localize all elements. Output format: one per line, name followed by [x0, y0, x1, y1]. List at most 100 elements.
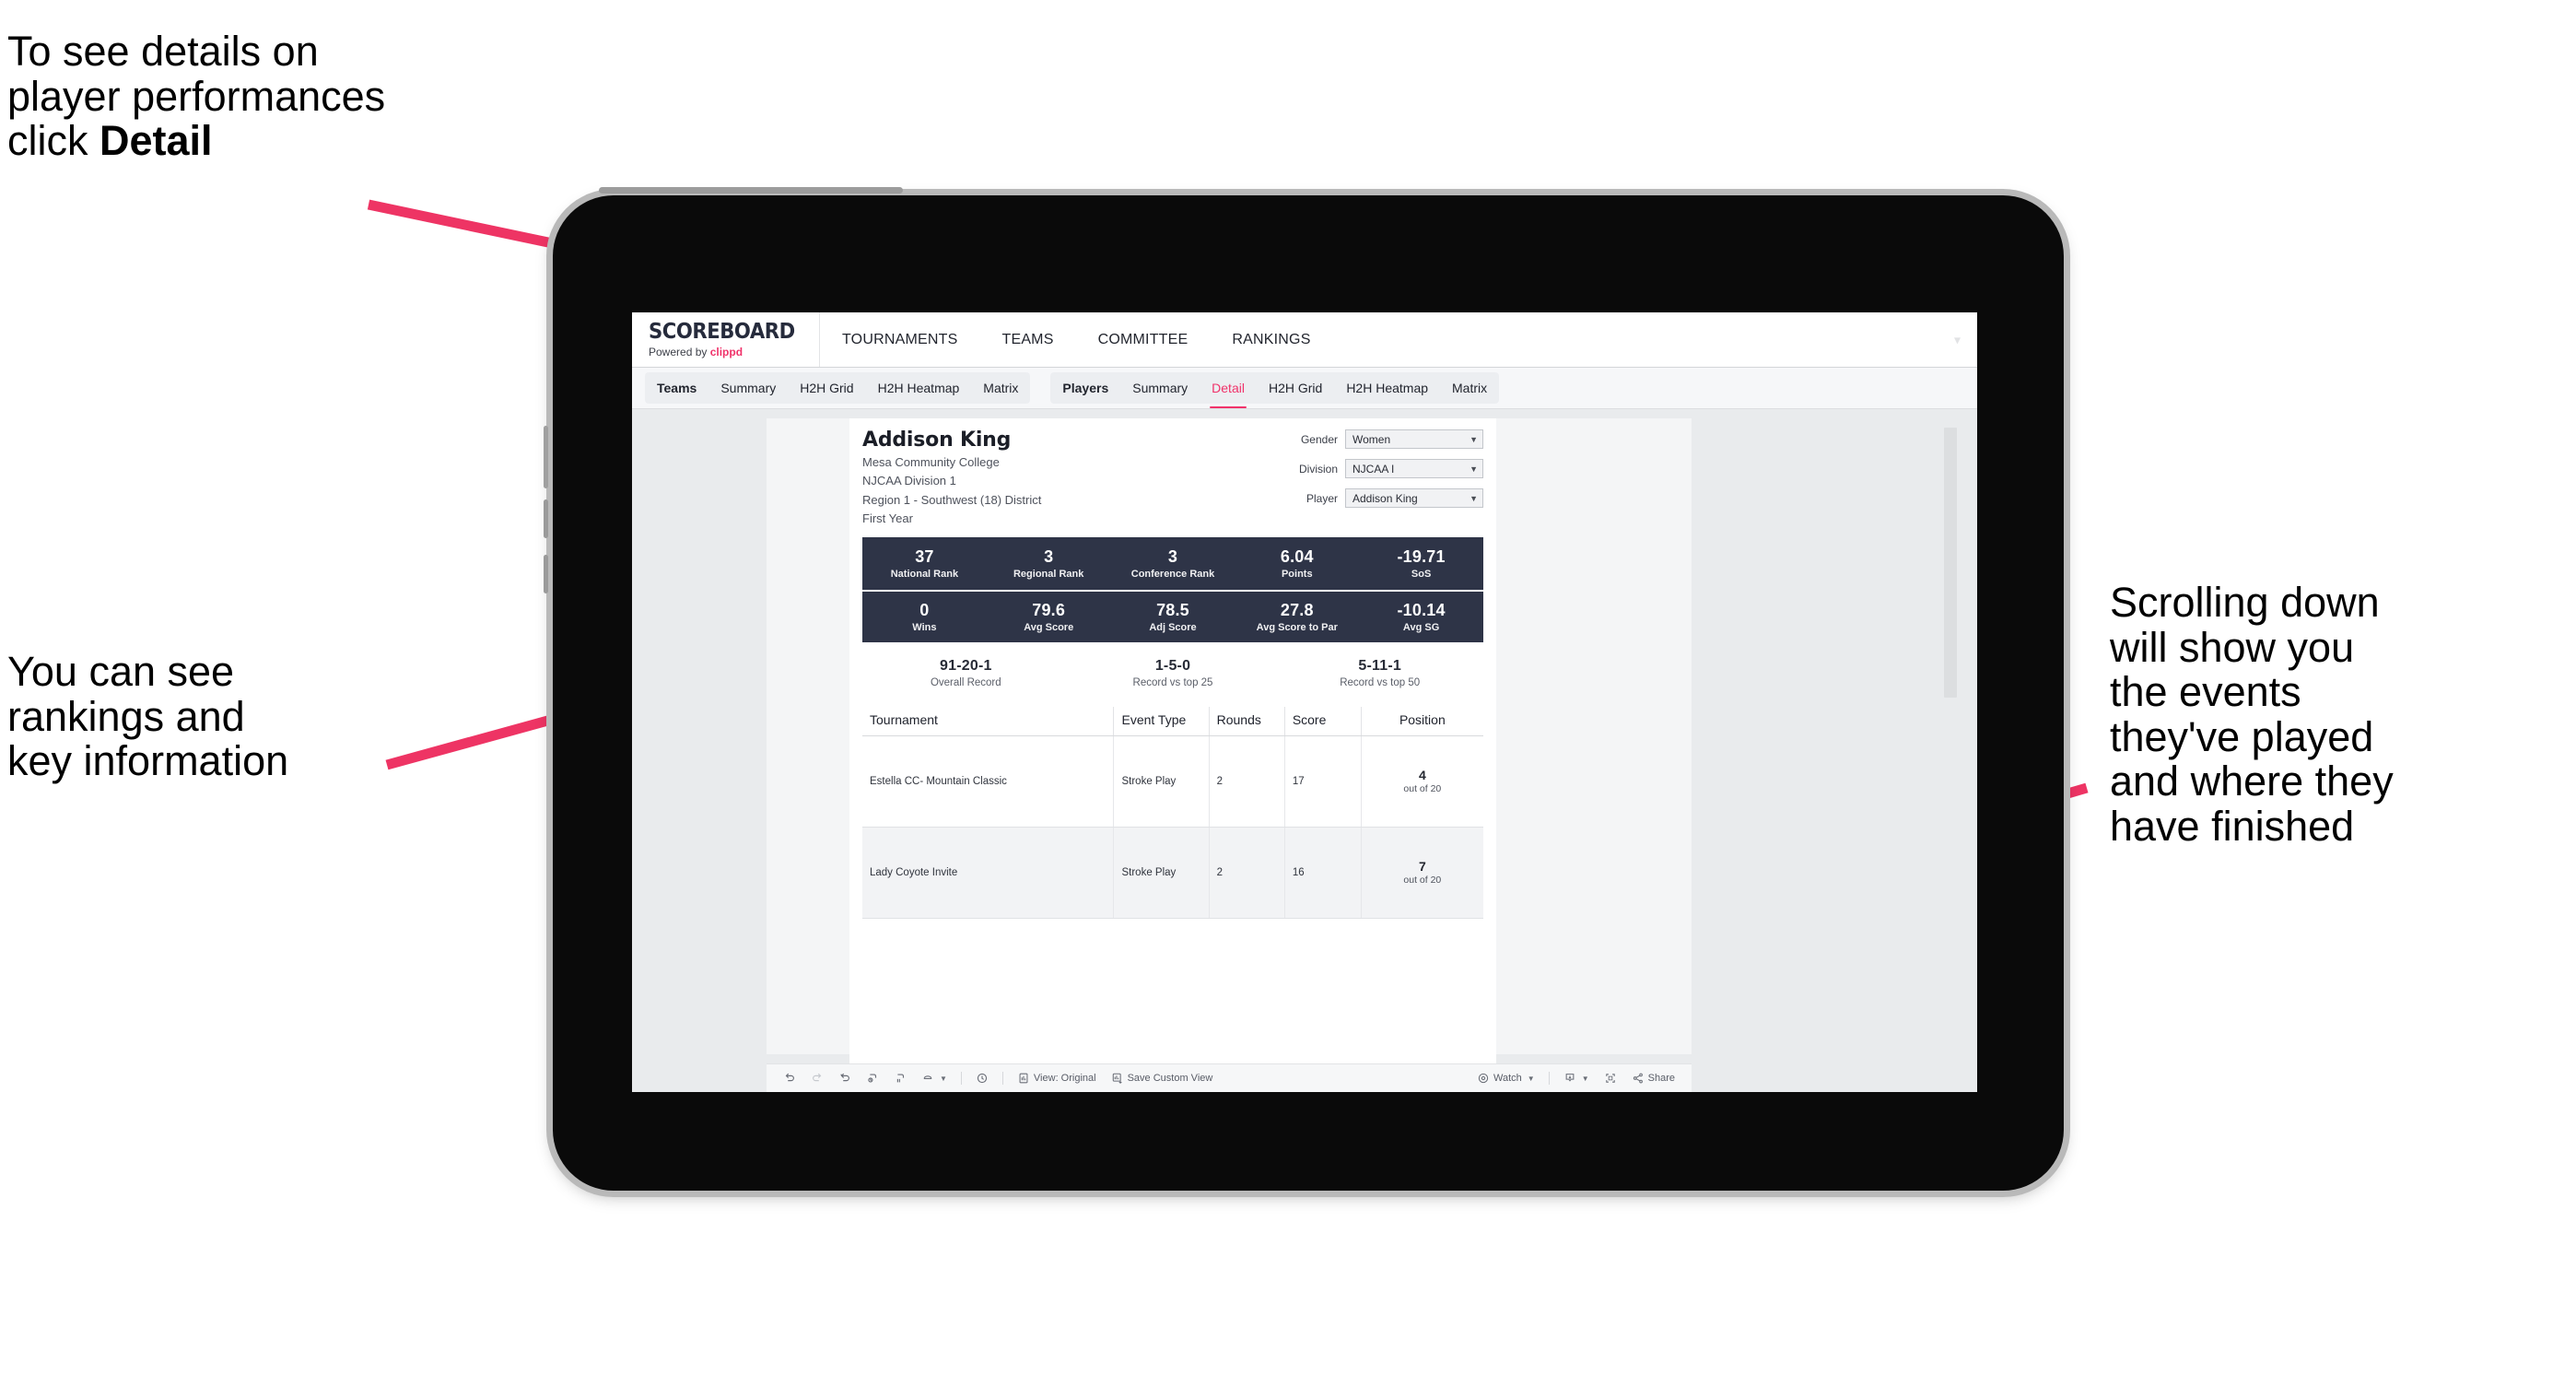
- col-tournament[interactable]: Tournament: [862, 706, 1115, 736]
- col-position[interactable]: Position: [1361, 706, 1483, 736]
- highlight-button[interactable]: ▼: [914, 1072, 954, 1085]
- cell-event-type: Stroke Play: [1113, 827, 1210, 919]
- chevron-down-icon: ▼: [1469, 434, 1478, 444]
- position-out-of: out of 20: [1403, 875, 1442, 887]
- tab-players-h2h-grid[interactable]: H2H Grid: [1257, 372, 1334, 404]
- share-icon: [1632, 1072, 1645, 1085]
- fullscreen-button[interactable]: [1597, 1072, 1624, 1085]
- redo-icon: [811, 1072, 824, 1085]
- record-vs-top-50: 5-11-1 Record vs top 50: [1276, 658, 1483, 688]
- nav-link-committee[interactable]: COMMITTEE: [1076, 312, 1211, 367]
- stat-value: 3: [1044, 546, 1054, 566]
- filter-panel: Gender Women ▼ Division NJCAA I ▼ Player…: [1259, 429, 1483, 518]
- stat-value: 27.8: [1280, 600, 1314, 619]
- stat-value: 79.6: [1032, 600, 1066, 619]
- tab-teams-h2h-heatmap[interactable]: H2H Heatmap: [866, 372, 972, 404]
- pause-updates-icon: [894, 1072, 907, 1085]
- stat-label: National Rank: [890, 568, 959, 580]
- record-value: 5-11-1: [1358, 657, 1401, 674]
- tab-players-summary[interactable]: Summary: [1120, 372, 1200, 404]
- stat-avg-score-to-par: 27.8 Avg Score to Par: [1235, 601, 1359, 633]
- annotation-detail: To see details on player performances cl…: [7, 29, 615, 164]
- workbook-toolbar: ▼ View: Original Save Custom View Watch …: [767, 1063, 1692, 1092]
- pause-updates-button[interactable]: [886, 1072, 914, 1085]
- nav-link-teams[interactable]: TEAMS: [979, 312, 1075, 367]
- save-custom-view-label: Save Custom View: [1127, 1073, 1213, 1084]
- filter-division-select[interactable]: NJCAA I ▼: [1345, 459, 1483, 478]
- chevron-down-icon: ▼: [1527, 1074, 1535, 1083]
- view-original-button[interactable]: View: Original: [1010, 1072, 1104, 1085]
- record-vs-top-25: 1-5-0 Record vs top 25: [1070, 658, 1277, 688]
- cell-position: 7 out of 20: [1361, 827, 1483, 919]
- tab-players-detail[interactable]: Detail: [1200, 372, 1257, 408]
- record-value: 1-5-0: [1154, 657, 1191, 674]
- brand-subtitle: Powered by clippd: [649, 346, 819, 358]
- stat-label: Avg Score: [1024, 621, 1074, 633]
- stat-value: 3: [1167, 546, 1178, 566]
- undo-button[interactable]: [776, 1072, 803, 1085]
- stat-label: Regional Rank: [1013, 568, 1084, 580]
- download-icon: [1563, 1072, 1576, 1085]
- watch-button[interactable]: Watch ▼: [1469, 1072, 1542, 1085]
- tab-teams[interactable]: Teams: [645, 372, 708, 404]
- revert-button[interactable]: [831, 1072, 859, 1085]
- top-navigation-bar: SCOREBOARD Powered by clippd TOURNAMENTS…: [632, 312, 1977, 368]
- stat-value: 37: [915, 546, 934, 566]
- cell-tournament: Estella CC- Mountain Classic: [862, 735, 1115, 828]
- nav-link-rankings[interactable]: RANKINGS: [1210, 312, 1332, 367]
- download-button[interactable]: ▼: [1556, 1072, 1597, 1085]
- tablet-device-frame: SCOREBOARD Powered by clippd TOURNAMENTS…: [544, 187, 2064, 1191]
- tab-teams-matrix[interactable]: Matrix: [971, 372, 1030, 404]
- filter-player-select[interactable]: Addison King ▼: [1345, 488, 1483, 508]
- table-header-row: Tournament Event Type Rounds Score Posit…: [862, 706, 1483, 736]
- stats-band-scoring: 0 Wins 79.6 Avg Score 78.5 Adj Score 27.…: [862, 589, 1483, 642]
- stat-regional-rank: 3 Regional Rank: [987, 547, 1111, 580]
- stat-value: 78.5: [1156, 600, 1189, 619]
- tablet-volume-button: [544, 499, 548, 538]
- tab-teams-summary[interactable]: Summary: [708, 372, 788, 404]
- redo-button[interactable]: [803, 1072, 831, 1085]
- share-button[interactable]: Share: [1624, 1072, 1682, 1085]
- nav-link-tournaments[interactable]: TOURNAMENTS: [820, 312, 979, 367]
- table-row[interactable]: Estella CC- Mountain Classic Stroke Play…: [862, 735, 1483, 828]
- annotation-detail-bold: Detail: [100, 117, 213, 165]
- filter-gender-label: Gender: [1300, 432, 1338, 446]
- tab-teams-h2h-grid[interactable]: H2H Grid: [788, 372, 865, 404]
- cell-rounds: 2: [1209, 735, 1285, 828]
- col-rounds[interactable]: Rounds: [1209, 706, 1285, 736]
- scrollbar-thumb[interactable]: [1944, 428, 1957, 698]
- chevron-down-icon[interactable]: ▾: [1954, 332, 1961, 347]
- vertical-scrollbar[interactable]: [1944, 428, 1957, 1063]
- secondary-tab-bar: Teams Summary H2H Grid H2H Heatmap Matri…: [632, 368, 1977, 409]
- tab-players-h2h-heatmap[interactable]: H2H Heatmap: [1334, 372, 1440, 404]
- stat-avg-sg: -10.14 Avg SG: [1359, 601, 1483, 633]
- tab-players-matrix[interactable]: Matrix: [1440, 372, 1499, 404]
- col-event-type[interactable]: Event Type: [1113, 706, 1210, 736]
- cell-rounds: 2: [1209, 827, 1285, 919]
- revert-icon: [838, 1072, 851, 1085]
- stat-label: SoS: [1411, 568, 1432, 580]
- brand-logo[interactable]: SCOREBOARD Powered by clippd: [632, 312, 820, 367]
- filter-gender-value: Women: [1352, 432, 1391, 446]
- table-row[interactable]: Lady Coyote Invite Stroke Play 2 16 7 ou…: [862, 827, 1483, 919]
- stat-label: Avg SG: [1402, 621, 1440, 633]
- alert-button[interactable]: [968, 1072, 996, 1085]
- toolbar-divider: [1001, 1072, 1003, 1085]
- save-view-icon: [1111, 1072, 1124, 1085]
- cell-score: 17: [1284, 735, 1362, 828]
- chevron-down-icon: ▼: [1469, 493, 1478, 503]
- sheet-background: Addison King Mesa Community College NJCA…: [767, 418, 1957, 1082]
- tab-players[interactable]: Players: [1050, 372, 1120, 404]
- col-score[interactable]: Score: [1284, 706, 1362, 736]
- filter-division-label: Division: [1298, 462, 1338, 476]
- slide-canvas: To see details on player performances cl…: [0, 0, 2576, 1386]
- refresh-data-button[interactable]: [859, 1072, 886, 1085]
- cell-position: 4 out of 20: [1361, 735, 1483, 828]
- save-custom-view-button[interactable]: Save Custom View: [1104, 1072, 1221, 1085]
- filter-player: Player Addison King ▼: [1259, 488, 1483, 508]
- position-number: 4: [1418, 768, 1426, 783]
- stat-adj-score: 78.5 Adj Score: [1111, 601, 1235, 633]
- share-label: Share: [1647, 1073, 1675, 1084]
- filter-gender-select[interactable]: Women ▼: [1345, 429, 1483, 449]
- player-detail-sheet: Addison King Mesa Community College NJCA…: [849, 418, 1496, 1082]
